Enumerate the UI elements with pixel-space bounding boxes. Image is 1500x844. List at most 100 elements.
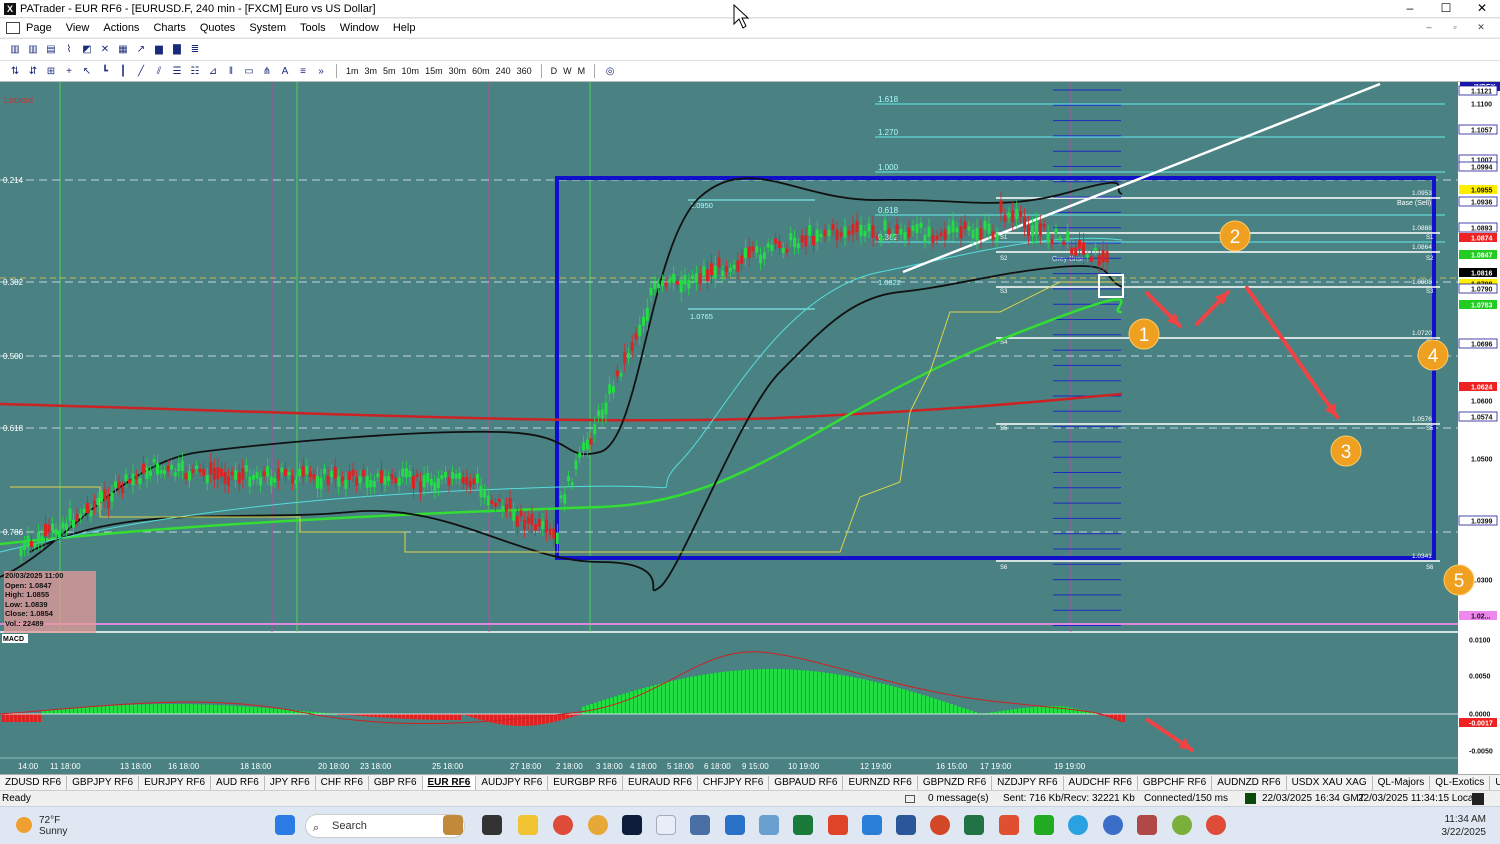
period-weekly[interactable]: W bbox=[560, 66, 575, 76]
point-figure-icon[interactable]: ✕ bbox=[97, 43, 113, 57]
windows-start-icon[interactable] bbox=[275, 815, 295, 835]
chrome-icon[interactable] bbox=[553, 815, 573, 835]
timeframe-10m[interactable]: 10m bbox=[399, 66, 423, 76]
tab-gbpnzd-rf6[interactable]: GBPNZD RF6 bbox=[918, 775, 993, 790]
gann-icon[interactable]: ⊿ bbox=[205, 64, 221, 78]
maximize-button[interactable]: ☐ bbox=[1428, 0, 1464, 18]
menu-window[interactable]: Window bbox=[334, 22, 387, 34]
task-view-icon[interactable] bbox=[482, 815, 502, 835]
area-chart-icon[interactable]: ◩ bbox=[79, 43, 95, 57]
timeframe-15m[interactable]: 15m bbox=[422, 66, 446, 76]
mdi-close-button[interactable]: ✕ bbox=[1470, 20, 1492, 34]
tab-chf-rf6[interactable]: CHF RF6 bbox=[316, 775, 369, 790]
tab-gbpjpy-rf6[interactable]: GBPJPY RF6 bbox=[67, 775, 140, 790]
zoom-icon[interactable] bbox=[1103, 815, 1123, 835]
menu-system[interactable]: System bbox=[243, 22, 294, 34]
minimize-button[interactable]: – bbox=[1392, 0, 1428, 18]
timeframe-3m[interactable]: 3m bbox=[362, 66, 381, 76]
tab-usdx-xau-xag[interactable]: USDX XAU XAG bbox=[1287, 775, 1373, 790]
chrome-2-icon[interactable] bbox=[1206, 815, 1226, 835]
notes-icon[interactable] bbox=[725, 815, 745, 835]
target-icon[interactable]: ◎ bbox=[602, 64, 618, 78]
text-tool-icon[interactable]: A bbox=[277, 64, 293, 78]
menu-actions[interactable]: Actions bbox=[97, 22, 147, 34]
tab-audjpy-rf6[interactable]: AUDJPY RF6 bbox=[476, 775, 549, 790]
menu-tools[interactable]: Tools bbox=[294, 22, 334, 34]
store-icon[interactable] bbox=[1137, 815, 1157, 835]
tab-eurjpy-rf6[interactable]: EURJPY RF6 bbox=[139, 775, 212, 790]
period-daily[interactable]: D bbox=[548, 66, 561, 76]
trend-line-icon[interactable]: ╱ bbox=[133, 64, 149, 78]
mdi-minimize-button[interactable]: – bbox=[1418, 20, 1440, 34]
taskbar-search[interactable]: Search bbox=[305, 814, 465, 838]
line-chart-icon[interactable]: ⌇ bbox=[61, 43, 77, 57]
powerpoint-icon[interactable] bbox=[930, 815, 950, 835]
tab-gbpchf-rf6[interactable]: GBPCHF RF6 bbox=[1138, 775, 1213, 790]
horizontal-line-icon[interactable]: ┗ bbox=[97, 64, 113, 78]
timeframe-5m[interactable]: 5m bbox=[380, 66, 399, 76]
tab-euraud-rf6[interactable]: EURAUD RF6 bbox=[623, 775, 698, 790]
menu-charts[interactable]: Charts bbox=[147, 22, 193, 34]
trading-app-icon[interactable] bbox=[793, 815, 813, 835]
telegram-icon[interactable] bbox=[1068, 815, 1088, 835]
histogram-icon[interactable]: ▇ bbox=[169, 43, 185, 57]
calculator-icon[interactable] bbox=[690, 815, 710, 835]
app-smile-icon[interactable] bbox=[588, 815, 608, 835]
tab-audchf-rf6[interactable]: AUDCHF RF6 bbox=[1064, 775, 1138, 790]
trend-chart-icon[interactable]: ↗ bbox=[133, 43, 149, 57]
channel-icon[interactable]: ⫽ bbox=[151, 64, 167, 78]
file-explorer-icon[interactable] bbox=[518, 815, 538, 835]
tab-ql-majors[interactable]: QL-Majors bbox=[1373, 775, 1431, 790]
tab-aud-rf6[interactable]: AUD RF6 bbox=[211, 775, 265, 790]
price-chart[interactable]: Locked INDEX MACD 0.2140.3820.5000.6180.… bbox=[0, 82, 1500, 774]
tab-ql-exotics[interactable]: QL-Exotics bbox=[1430, 775, 1491, 790]
c-green-app-icon[interactable] bbox=[1034, 815, 1054, 835]
tab-zdusd-rf6[interactable]: ZDUSD RF6 bbox=[0, 775, 68, 790]
weather-widget[interactable]: 72°F Sunny bbox=[39, 815, 67, 837]
arrange-icon[interactable]: ⇅ bbox=[7, 64, 23, 78]
tab-jpy-rf6[interactable]: JPY RF6 bbox=[265, 775, 316, 790]
mdi-restore-button[interactable]: ▫ bbox=[1444, 20, 1466, 34]
briefcase-icon[interactable] bbox=[443, 815, 463, 835]
menu-help[interactable]: Help bbox=[387, 22, 424, 34]
status-messages[interactable]: 0 message(s) bbox=[928, 793, 989, 804]
renko-chart-icon[interactable]: ▦ bbox=[115, 43, 131, 57]
rectangle-icon[interactable]: ▭ bbox=[241, 64, 257, 78]
tab-eur-rf6[interactable]: EUR RF6 bbox=[422, 775, 477, 790]
volume-chart-icon[interactable]: ▆ bbox=[151, 43, 167, 57]
timeframe-240[interactable]: 240 bbox=[493, 66, 514, 76]
tab-eurnzd-rf6[interactable]: EURNZD RF6 bbox=[843, 775, 918, 790]
tab-gbp-rf6[interactable]: GBP RF6 bbox=[369, 775, 423, 790]
period-monthly[interactable]: M bbox=[575, 66, 589, 76]
menu-view[interactable]: View bbox=[60, 22, 98, 34]
cycle-lines-icon[interactable]: ‖ bbox=[223, 64, 239, 78]
bar-chart-icon[interactable]: ▥ bbox=[7, 43, 23, 57]
w-app-icon[interactable] bbox=[1172, 815, 1192, 835]
menu-quotes[interactable]: Quotes bbox=[194, 22, 243, 34]
tab-chfjpy-rf6[interactable]: CHFJPY RF6 bbox=[698, 775, 770, 790]
tab-gbpaud-rf6[interactable]: GBPAUD RF6 bbox=[769, 775, 844, 790]
excel-icon[interactable] bbox=[964, 815, 984, 835]
timeframe-30m[interactable]: 30m bbox=[446, 66, 470, 76]
zoom-chart-icon[interactable]: ⊞ bbox=[43, 64, 59, 78]
page-icon[interactable] bbox=[6, 22, 20, 34]
tab-eurgbp-rf6[interactable]: EURGBP RF6 bbox=[548, 775, 623, 790]
crosshair-icon[interactable]: + bbox=[61, 64, 77, 78]
timeframe-360[interactable]: 360 bbox=[514, 66, 535, 76]
resize-grip-icon[interactable] bbox=[1472, 793, 1484, 805]
vertical-line-icon[interactable]: ┃ bbox=[115, 64, 131, 78]
layers-icon[interactable]: ⇵ bbox=[25, 64, 41, 78]
close-button[interactable]: ✕ bbox=[1464, 0, 1500, 18]
fib-extension-icon[interactable]: ☷ bbox=[187, 64, 203, 78]
levels-icon[interactable]: ≡ bbox=[295, 64, 311, 78]
c-app-icon[interactable] bbox=[999, 815, 1019, 835]
screenshot-icon[interactable] bbox=[759, 815, 779, 835]
taskbar-clock[interactable]: 11:34 AM 3/22/2025 bbox=[1442, 813, 1487, 839]
word-icon[interactable] bbox=[896, 815, 916, 835]
tab-nzdjpy-rf6[interactable]: NZDJPY RF6 bbox=[992, 775, 1064, 790]
ohlc-chart-icon[interactable]: ▥ bbox=[25, 43, 41, 57]
chart-area[interactable]: Locked INDEX MACD 0.2140.3820.5000.6180.… bbox=[0, 82, 1500, 774]
timeframe-60m[interactable]: 60m bbox=[469, 66, 493, 76]
weather-sun-icon[interactable] bbox=[16, 817, 32, 833]
pointer-icon[interactable]: ↖ bbox=[79, 64, 95, 78]
